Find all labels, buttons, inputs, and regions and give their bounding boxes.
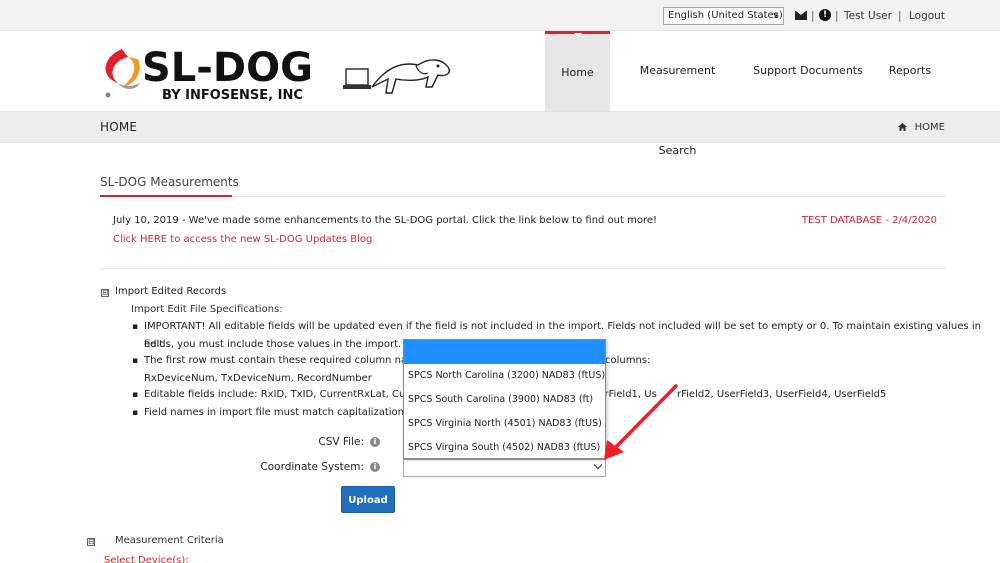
section-title: SL-DOG Measurements [100,175,239,189]
section-underline [100,195,232,197]
breadcrumb-home-label: HOME [914,122,945,133]
breadcrumb: HOME HOME [0,111,1000,143]
test-database-label: TEST DATABASE - 2/4/2020 [801,215,937,226]
chevron-down-icon: ∨ [772,11,779,21]
dropdown-option-blank[interactable] [404,340,605,364]
nav-reports[interactable]: Reports [880,31,940,111]
coordinate-system-label: Coordinate System: [260,461,364,473]
dropdown-option[interactable]: SPCS Virginia North (4501) NAD83 (ftUS) [404,412,605,436]
alert-icon[interactable]: ! [819,9,831,21]
select-devices-label: Select Device(s): [104,555,189,563]
home-icon [898,123,908,131]
language-select[interactable]: English (United States) ∨ [663,7,784,25]
spec-title: Import Edit File Specifications: [131,304,283,315]
mail-icon[interactable] [795,11,807,20]
nav-home[interactable]: Home [545,31,610,111]
language-value: English (United States) [668,10,783,21]
separator: | [898,10,902,22]
coordinate-system-select[interactable] [403,459,606,477]
collapse-import-toggle[interactable]: ⊟ [101,289,109,297]
measurement-criteria-title[interactable]: Measurement Criteria [115,535,224,546]
updates-blog-link[interactable]: Click HERE to access the new SL-DOG Upda… [113,234,372,245]
nav-label: Support Documents [753,64,863,77]
nav-support-documents[interactable]: Support Documents [752,31,864,111]
separator: | [811,10,815,22]
user-name-link[interactable]: Test User [844,9,892,23]
active-indicator [574,33,582,37]
spec-text: rField2, UserField3, UserField4, UserFie… [677,389,887,400]
nav-label: Reports [888,64,932,77]
breadcrumb-home-link[interactable]: HOME [898,122,945,133]
spec-bullet: Editable fields include: RxID, TxID, Cur… [132,386,436,404]
site-header: SL-DOG BY INFOSENSE, INC Home Measuremen… [0,31,1000,157]
logo-title: SL-DOG [142,45,313,91]
coordinate-system-dropdown[interactable]: SPCS North Carolina (3200) NAD83 (ftUS) … [403,339,606,459]
nav-home-label: Home [561,66,594,79]
sl-dog-logo[interactable]: SL-DOG BY INFOSENSE, INC [100,39,470,103]
page-title: HOME [100,120,138,134]
spec-bullet: Field names in import file must match ca… [132,404,436,422]
logout-link[interactable]: Logout [909,9,945,23]
info-icon[interactable]: i [370,462,380,472]
divider [100,268,946,269]
nav-measurement-search[interactable]: Measurement Search [620,31,735,157]
chevron-down-icon [593,460,603,470]
dropdown-option[interactable]: SPCS South Carolina (3900) NAD83 (ft) [404,388,605,412]
dropdown-option[interactable]: SPCS Virgina South (4502) NAD83 (ftUS) [404,436,605,460]
separator: | [835,10,839,22]
logo-subtitle: BY INFOSENSE, INC [162,88,303,103]
upload-button[interactable]: Upload [341,486,395,513]
collapse-measurement-toggle[interactable]: ⊟ [87,538,95,546]
dropdown-option[interactable]: SPCS North Carolina (3200) NAD83 (ftUS) [404,364,605,388]
csv-file-label: CSV File: [318,436,364,448]
spec-bullet: The first row must contain these require… [132,352,428,370]
import-section-title[interactable]: Import Edited Records [115,286,226,297]
announcement-text: July 10, 2019 - We've made some enhancem… [113,215,658,226]
info-icon[interactable]: i [370,437,380,447]
spec-text: columns: [605,355,651,366]
top-utility-bar: English (United States) ∨ | ! | Test Use… [0,0,1000,31]
